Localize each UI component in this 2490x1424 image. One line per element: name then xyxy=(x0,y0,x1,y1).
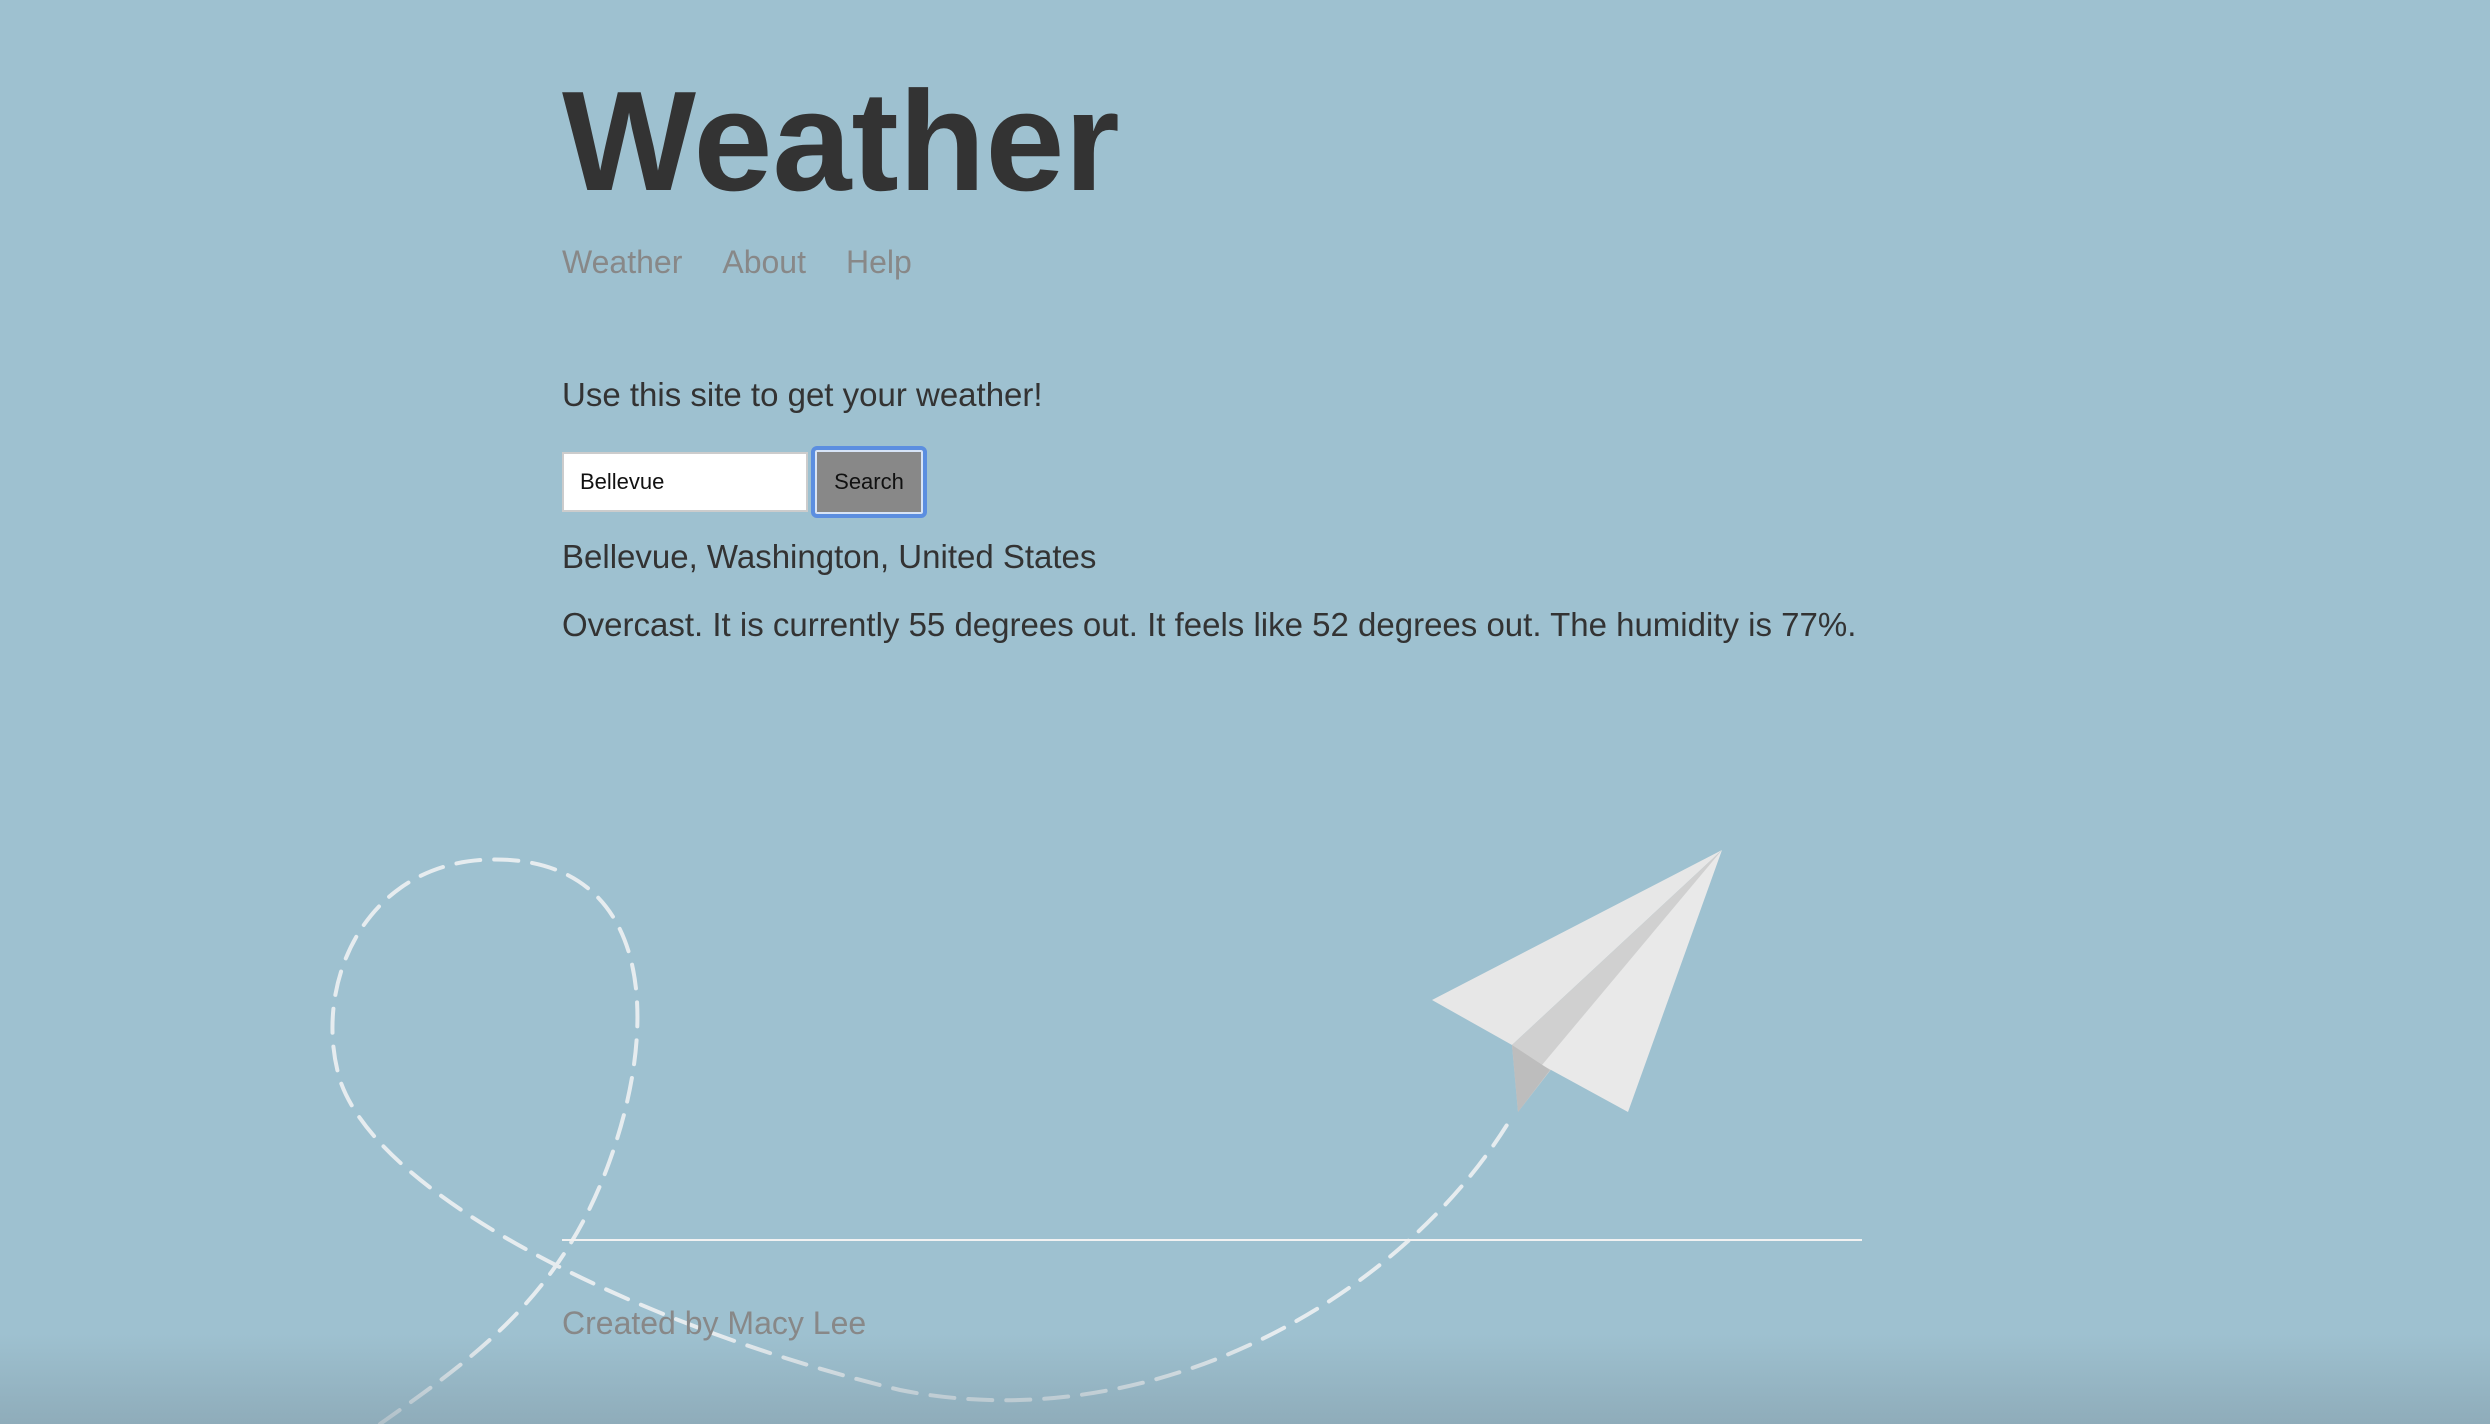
forecast-result: Overcast. It is currently 55 degrees out… xyxy=(562,606,1857,643)
intro-text: Use this site to get your weather! xyxy=(562,376,1043,413)
footer-credit: Created by Macy Lee xyxy=(562,1305,867,1341)
nav-link-weather[interactable]: Weather xyxy=(562,240,682,284)
footer-divider xyxy=(562,1239,1862,1241)
nav-link-about[interactable]: About xyxy=(722,240,806,284)
nav-link-help[interactable]: Help xyxy=(846,240,912,284)
main-container: Weather Weather About Help Use this site… xyxy=(562,0,1862,1424)
location-search-input[interactable] xyxy=(562,452,808,512)
main-nav: Weather About Help xyxy=(562,240,912,284)
page-title: Weather xyxy=(562,62,1120,221)
search-button[interactable]: Search xyxy=(811,446,927,518)
search-form: Search xyxy=(562,446,927,518)
location-result: Bellevue, Washington, United States xyxy=(562,538,1097,575)
